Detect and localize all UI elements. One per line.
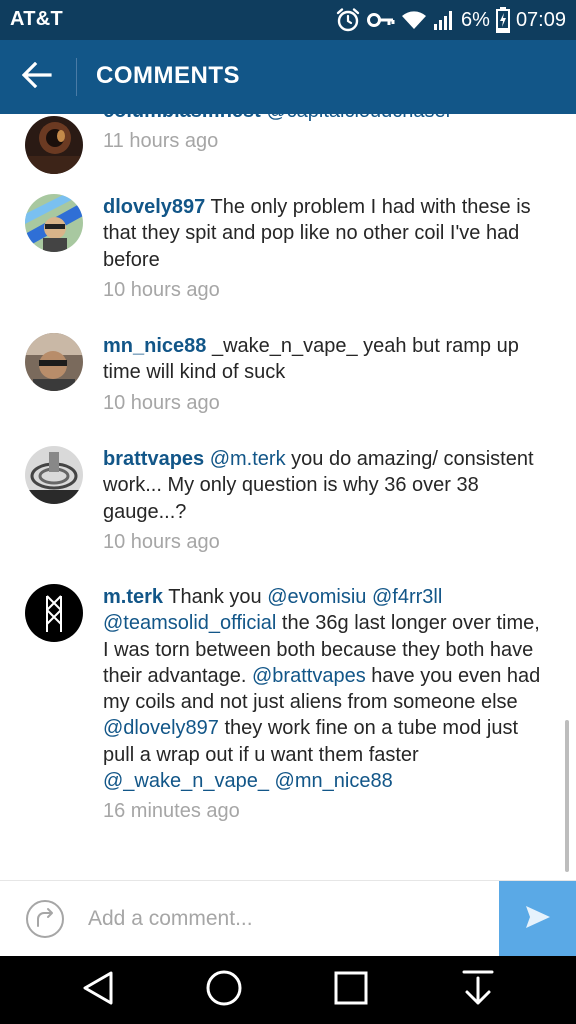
- comment-text: brattvapes @m.terk you do amazing/ consi…: [103, 446, 543, 555]
- key-icon: [367, 10, 395, 30]
- comment-mention[interactable]: @evomisiu: [267, 586, 366, 608]
- signal-icon: [433, 9, 455, 31]
- wifi-icon: [401, 9, 427, 31]
- clock: 07:09: [515, 8, 566, 31]
- comment-content: Thank you: [168, 586, 262, 608]
- send-icon: [524, 903, 552, 936]
- download-icon: [461, 969, 495, 1012]
- battery-percent: 6%: [461, 8, 490, 31]
- avatar[interactable]: [25, 446, 83, 504]
- send-button[interactable]: [499, 881, 576, 957]
- comment-text: columbias.finest @capitalcloudchaser 11 …: [103, 114, 543, 155]
- arrow-left-icon: [21, 61, 52, 93]
- header-bar: COMMENTS: [0, 40, 576, 114]
- comment-text: dlovely897 The only problem I had with t…: [103, 194, 543, 303]
- comment-timestamp: 10 hours ago: [103, 278, 220, 301]
- header-divider: [76, 58, 77, 96]
- comment-mention[interactable]: @m.terk: [210, 448, 286, 470]
- comment-timestamp: 10 hours ago: [103, 391, 220, 414]
- comment-text: m.terk Thank you @evomisiu @f4rr3ll @tea…: [103, 584, 543, 825]
- comment-mention[interactable]: @teamsolid_official: [103, 612, 276, 634]
- comments-list[interactable]: columbias.finest @capitalcloudchaser 11 …: [0, 114, 576, 880]
- comment-mention[interactable]: @f4rr3ll: [372, 586, 442, 608]
- comment-input[interactable]: [88, 901, 488, 937]
- avatar[interactable]: [25, 333, 83, 391]
- direct-arrow-icon[interactable]: [25, 899, 65, 939]
- system-nav-bar: [0, 956, 576, 1024]
- comment-timestamp: 10 hours ago: [103, 530, 220, 553]
- status-icons: 6% 07:09: [335, 6, 566, 34]
- alarm-icon: [335, 7, 361, 33]
- comment-username[interactable]: m.terk: [103, 586, 163, 608]
- nav-home-button[interactable]: [198, 966, 250, 1014]
- comment-composer: [0, 880, 576, 957]
- comment-mention[interactable]: @brattvapes: [252, 665, 366, 687]
- avatar[interactable]: [25, 194, 83, 252]
- nav-back-button[interactable]: [72, 966, 124, 1014]
- back-button[interactable]: [14, 54, 60, 100]
- status-bar: AT&T 6% 07:09: [0, 0, 576, 40]
- nav-recents-button[interactable]: [325, 966, 377, 1014]
- comment-mention[interactable]: @mn_nice88: [275, 770, 393, 792]
- avatar[interactable]: [25, 584, 83, 642]
- comment-mention[interactable]: @_wake_n_vape_: [103, 770, 269, 792]
- avatar[interactable]: [25, 116, 83, 174]
- page-title: COMMENTS: [96, 62, 240, 89]
- battery-charging-icon: [495, 7, 510, 33]
- comment-username[interactable]: mn_nice88: [103, 335, 206, 357]
- recents-square-icon: [333, 970, 369, 1011]
- back-triangle-icon: [81, 970, 115, 1011]
- scrollbar[interactable]: [565, 720, 569, 872]
- comment-timestamp: 16 minutes ago: [103, 800, 240, 823]
- home-circle-icon: [205, 969, 243, 1012]
- comment-mention[interactable]: @dlovely897: [103, 717, 219, 739]
- comment-text: mn_nice88 _wake_n_vape_ yeah but ramp up…: [103, 333, 543, 416]
- comment-mention[interactable]: @capitalcloudchaser: [266, 114, 452, 122]
- comment-username[interactable]: brattvapes: [103, 448, 204, 470]
- nav-download-button[interactable]: [452, 966, 504, 1014]
- comment-username[interactable]: dlovely897: [103, 196, 205, 218]
- carrier-name: AT&T: [10, 8, 64, 30]
- comment-timestamp: 11 hours ago: [103, 130, 219, 153]
- comment-username[interactable]: columbias.finest: [103, 114, 261, 122]
